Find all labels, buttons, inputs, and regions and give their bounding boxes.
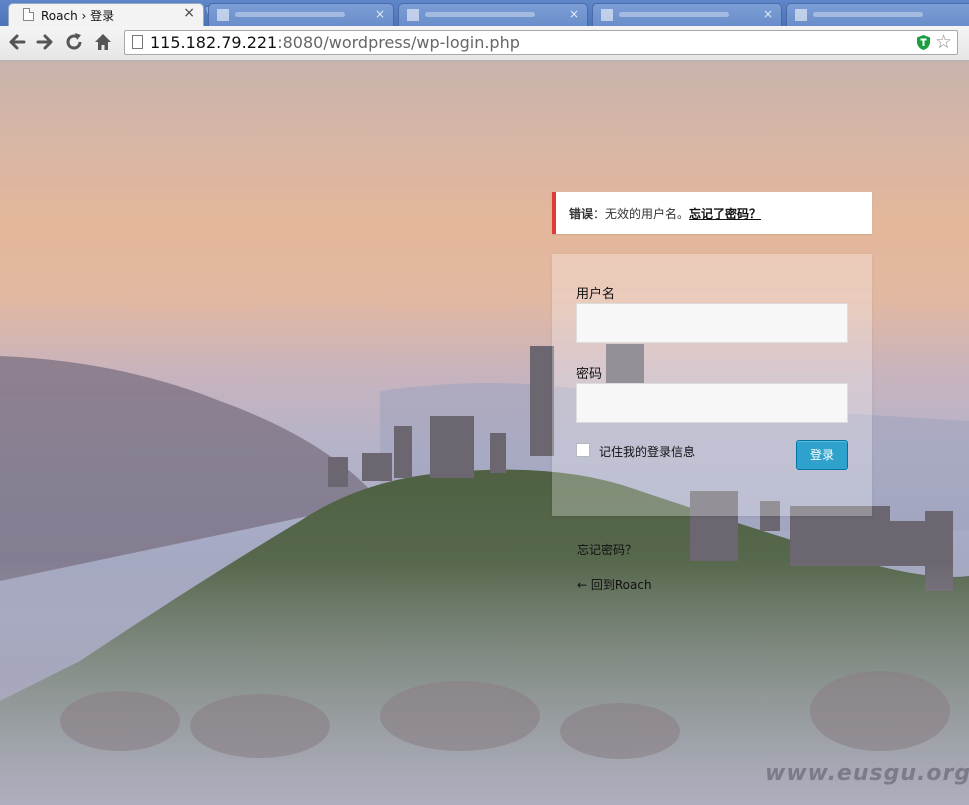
tab-background[interactable]: × bbox=[592, 3, 782, 26]
address-bar[interactable]: 115.182.79.221:8080/wordpress/wp-login.p… bbox=[124, 30, 958, 55]
page-icon bbox=[132, 35, 143, 49]
home-button[interactable] bbox=[92, 31, 114, 53]
username-input[interactable] bbox=[576, 303, 848, 343]
tab-background[interactable]: × bbox=[398, 3, 588, 26]
home-icon bbox=[95, 34, 111, 50]
tab-strip: Roach › 登录 × × × × bbox=[0, 0, 969, 26]
back-to-blog-link[interactable]: ← 回到Roach bbox=[577, 576, 652, 593]
tab-favicon-icon bbox=[407, 9, 419, 21]
arrow-left-icon bbox=[9, 34, 26, 50]
login-error-notice: 错误：无效的用户名。忘记了密码？ bbox=[552, 192, 872, 234]
tab-favicon-icon bbox=[217, 9, 229, 21]
login-form: 用户名 密码 记住我的登录信息 登录 bbox=[552, 254, 872, 516]
arrow-right-icon bbox=[36, 34, 53, 50]
forgot-password-link-inline[interactable]: 忘记了密码？ bbox=[689, 207, 761, 221]
reload-button[interactable] bbox=[63, 31, 85, 53]
login-button[interactable]: 登录 bbox=[796, 440, 848, 470]
login-page: 错误：无效的用户名。忘记了密码？ 用户名 密码 记住我的登录信息 登录 忘记密码… bbox=[0, 61, 969, 805]
tab-background[interactable] bbox=[786, 3, 969, 26]
tab-title: Roach › 登录 bbox=[41, 9, 115, 23]
close-icon[interactable]: × bbox=[183, 5, 195, 21]
close-icon[interactable]: × bbox=[763, 7, 773, 21]
browser-toolbar: 115.182.79.221:8080/wordpress/wp-login.p… bbox=[0, 26, 969, 61]
back-button[interactable] bbox=[6, 31, 28, 53]
remember-me-label[interactable]: 记住我的登录信息 bbox=[599, 443, 695, 460]
close-icon[interactable]: × bbox=[375, 7, 385, 21]
username-label: 用户名 bbox=[576, 287, 616, 302]
tab-active[interactable]: Roach › 登录 × bbox=[8, 3, 204, 26]
bookmark-star-icon[interactable]: ☆ bbox=[935, 31, 952, 53]
password-input[interactable] bbox=[576, 383, 848, 423]
password-label: 密码 bbox=[576, 367, 603, 382]
page-icon bbox=[23, 8, 34, 21]
remember-me-checkbox[interactable] bbox=[576, 443, 590, 457]
tab-favicon-icon bbox=[795, 9, 807, 21]
close-icon[interactable]: × bbox=[569, 7, 579, 21]
tab-background[interactable]: × bbox=[208, 3, 394, 26]
tab-favicon-icon bbox=[601, 9, 613, 21]
url-text[interactable]: 115.182.79.221:8080/wordpress/wp-login.p… bbox=[150, 33, 520, 52]
forward-button[interactable] bbox=[34, 31, 56, 53]
error-message: 错误：无效的用户名。忘记了密码？ bbox=[569, 207, 762, 221]
watermark: www.eusgu.org bbox=[765, 761, 969, 786]
shield-icon[interactable] bbox=[915, 34, 932, 51]
lost-password-link[interactable]: 忘记密码？ bbox=[577, 541, 637, 558]
reload-icon bbox=[66, 33, 82, 50]
